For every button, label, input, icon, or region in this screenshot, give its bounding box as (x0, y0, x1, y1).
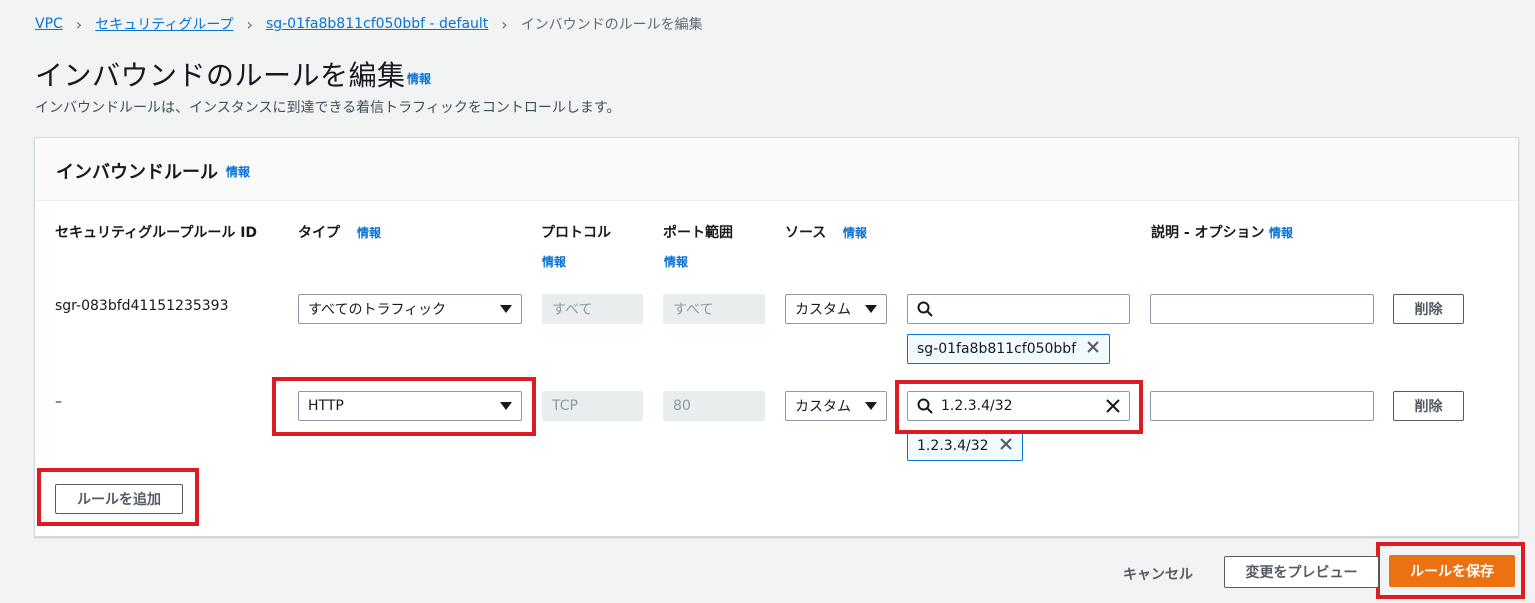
chevron-right-icon: › (246, 14, 253, 34)
search-icon (917, 398, 933, 414)
port-range-info-link[interactable]: 情報 (664, 253, 688, 270)
breadcrumb-vpc[interactable]: VPC (35, 16, 63, 32)
close-icon[interactable] (999, 437, 1013, 455)
description-info-link[interactable]: 情報 (1269, 224, 1293, 241)
type-select-value: すべてのトラフィック (308, 302, 447, 318)
search-icon (917, 301, 933, 317)
type-select-value: HTTP (308, 398, 344, 414)
protocol-field: すべて (542, 294, 643, 324)
source-token-label: sg-01fa8b811cf050bbf (917, 341, 1077, 357)
source-search-value: 1.2.3.4/32 (941, 398, 1013, 414)
add-rule-button[interactable]: ルールを追加 (55, 484, 183, 514)
source-token-label: 1.2.3.4/32 (917, 438, 989, 454)
protocol-field: TCP (542, 391, 643, 421)
caret-down-icon (500, 402, 512, 410)
source-search-input[interactable] (907, 294, 1130, 324)
panel-header (35, 138, 1518, 201)
page-description: インバウンドルールは、インスタンスに到達できる着信トラフィックをコントロールしま… (35, 100, 621, 116)
column-header-port-range: ポート範囲 (663, 225, 733, 241)
breadcrumb: VPC › セキュリティグループ › sg-01fa8b811cf050bbf … (35, 14, 703, 34)
breadcrumb-security-groups[interactable]: セキュリティグループ (95, 14, 233, 34)
source-token: sg-01fa8b811cf050bbf (907, 334, 1111, 364)
chevron-right-icon: › (501, 14, 508, 34)
column-header-source: ソース (785, 225, 827, 241)
source-type-value: カスタム (795, 302, 851, 318)
port-range-field: すべて (663, 294, 765, 324)
breadcrumb-current: インバウンドのルールを編集 (520, 17, 703, 33)
caret-down-icon (500, 305, 512, 313)
caret-down-icon (865, 402, 877, 410)
port-range-field: 80 (663, 391, 765, 421)
inbound-rules-panel: インバウンドルール 情報 セキュリティグループルール ID タイプ 情報 プロト… (34, 137, 1519, 537)
type-select[interactable]: すべてのトラフィック (298, 294, 522, 324)
source-type-select[interactable]: カスタム (785, 391, 887, 421)
protocol-info-link[interactable]: 情報 (542, 253, 566, 270)
delete-button[interactable]: 削除 (1393, 294, 1464, 324)
chevron-right-icon: › (75, 14, 83, 34)
column-header-protocol: プロトコル (541, 225, 611, 241)
column-header-rule-id: セキュリティグループルール ID (55, 225, 258, 241)
rule-id: – (55, 394, 62, 410)
source-type-select[interactable]: カスタム (785, 294, 887, 324)
cancel-button[interactable]: キャンセル (1123, 564, 1193, 584)
column-header-type: タイプ (298, 225, 340, 241)
description-input[interactable] (1150, 294, 1374, 324)
source-info-link[interactable]: 情報 (843, 224, 867, 241)
column-header-description: 説明 - オプション (1151, 225, 1265, 241)
breadcrumb-security-group[interactable]: sg-01fa8b811cf050bbf - default (266, 16, 488, 32)
source-token: 1.2.3.4/32 (907, 431, 1023, 461)
rule-id: sgr-083bfd41151235393 (55, 298, 229, 314)
type-info-link[interactable]: 情報 (357, 224, 381, 241)
panel-title: インバウンドルール (56, 162, 218, 183)
delete-button[interactable]: 削除 (1393, 391, 1464, 421)
source-search-input[interactable]: 1.2.3.4/32 (907, 391, 1130, 421)
page-info-link[interactable]: 情報 (407, 70, 431, 87)
save-rules-button[interactable]: ルールを保存 (1389, 555, 1515, 587)
description-input[interactable] (1150, 391, 1374, 421)
page-title: インバウンドのルールを編集 (35, 59, 406, 92)
source-type-value: カスタム (795, 399, 851, 415)
close-icon[interactable] (1086, 340, 1100, 358)
clear-icon[interactable] (1105, 398, 1121, 414)
panel-info-link[interactable]: 情報 (226, 163, 250, 180)
type-select[interactable]: HTTP (298, 391, 522, 421)
preview-changes-button[interactable]: 変更をプレビュー (1224, 556, 1379, 588)
caret-down-icon (865, 305, 877, 313)
